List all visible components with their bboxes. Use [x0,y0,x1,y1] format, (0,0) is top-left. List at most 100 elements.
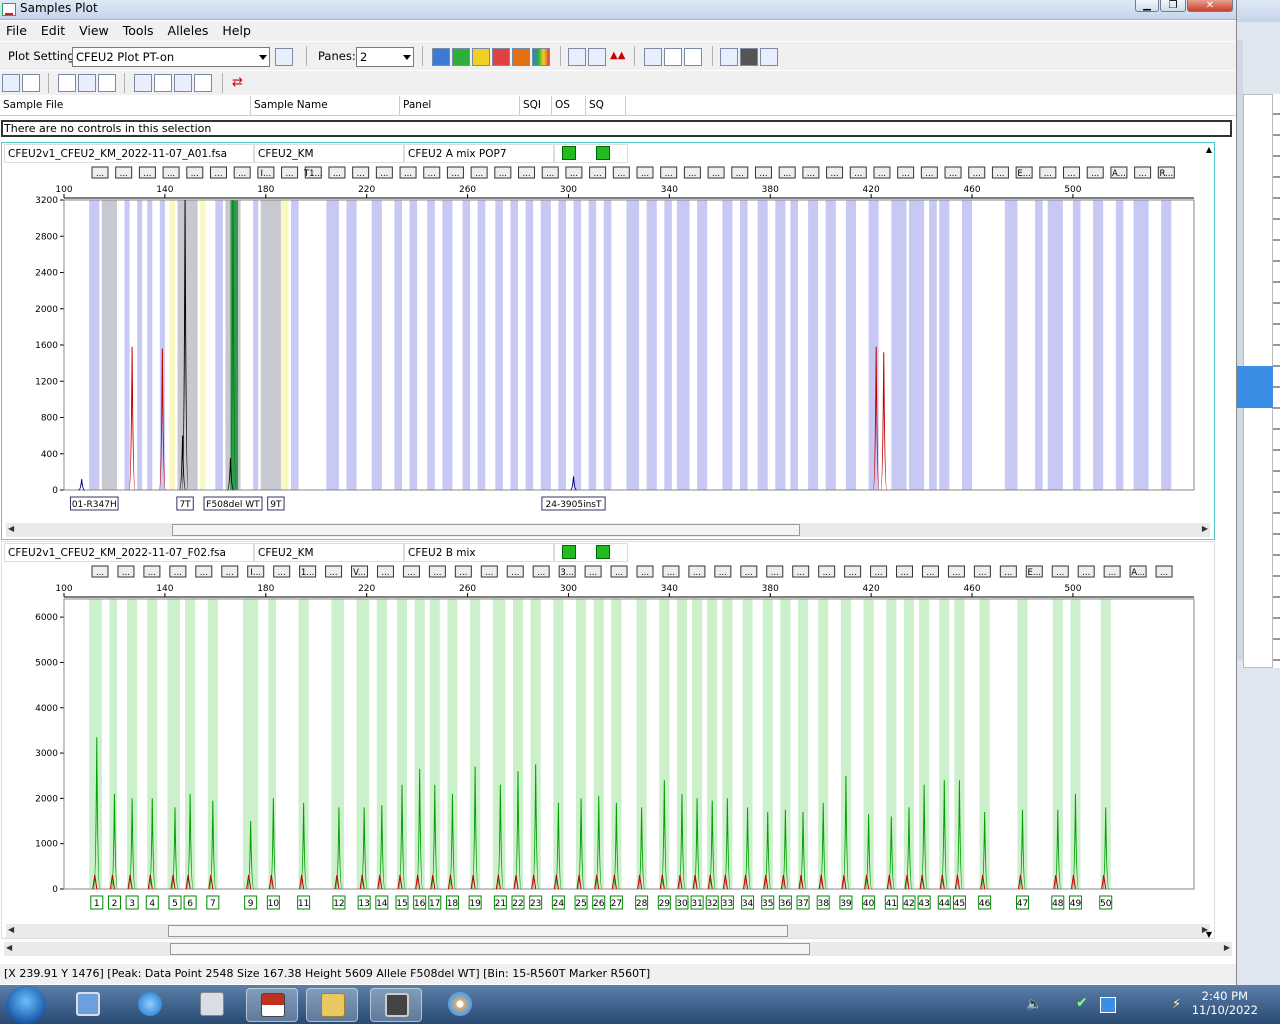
overlay-peaks-icon[interactable] [588,48,606,66]
x-tick-label: 380 [762,185,779,195]
peak-number: 29 [659,899,671,909]
bin [903,599,915,889]
y-tick-label: 3200 [35,196,58,206]
delete-peak-icon[interactable] [194,74,212,92]
menu-file[interactable]: File [2,21,31,40]
peaks-icon[interactable] [58,74,76,92]
bin-label-text: ... [433,568,441,578]
bin [396,599,408,889]
zoom-marker-icon[interactable] [22,74,40,92]
start-button[interactable] [6,986,46,1024]
orange-dye-icon[interactable] [512,48,530,66]
column-sample-file[interactable]: Sample File [0,96,251,116]
clock[interactable]: 2:40 PM 11/10/2022 [1192,989,1258,1017]
swap-icon[interactable]: ⇄ [232,75,243,90]
column-sample-name[interactable]: Sample Name [251,96,400,116]
peak-number: 7 [210,899,216,909]
grid-view-icon[interactable] [568,48,586,66]
bin-label-text: ... [200,568,208,578]
pane-1-scroll-up[interactable]: ▲ [1206,145,1212,154]
bins-overlay-icon[interactable] [154,74,172,92]
volume-icon[interactable]: 🔈 [1026,997,1042,1012]
taskbar-paint[interactable] [434,988,486,1022]
allele-call: 01-R347H [72,500,117,510]
y-tick-label: 2000 [35,305,58,315]
peaks-all-icon[interactable] [98,74,116,92]
power-icon[interactable]: ⚡ [1172,997,1181,1012]
plot-setting-select[interactable]: CFEU2 Plot PT-on [72,47,270,67]
label-peaks-icon[interactable]: ▲▲ [610,50,625,61]
bin [371,200,382,490]
y-tick-label: 400 [41,450,58,460]
all-dyes-icon[interactable] [532,48,550,66]
bin-label-text: ... [807,169,815,179]
bin [1017,599,1028,889]
menu-bar: File Edit View Tools Alleles Help [0,21,1236,41]
bin [207,599,218,889]
bin [919,599,930,889]
taskbar-explorer[interactable] [306,988,358,1022]
add-peak-icon[interactable] [174,74,192,92]
bin-label-text: ... [589,568,597,578]
menu-alleles[interactable]: Alleles [164,21,213,40]
menu-help[interactable]: Help [218,21,255,40]
report-table-icon[interactable] [760,48,778,66]
peak-number: 43 [918,899,929,909]
multi-peak-icon[interactable] [684,48,702,66]
red-dye-icon[interactable] [492,48,510,66]
yellow-dye-icon[interactable] [472,48,490,66]
menu-edit[interactable]: Edit [37,21,69,40]
taskbar: 🔈 ✔ ⚡ 2:40 PM 11/10/2022 [0,985,1280,1024]
genotype-table-icon[interactable] [740,48,758,66]
allele-calls: 01-R347H 7T F508del WT 9T 24-3905insT [69,496,606,511]
green-dye-icon[interactable] [452,48,470,66]
peak-number: 3 [129,899,135,909]
peak-number: 41 [886,899,897,909]
pane-2-scrollbar[interactable]: ◀ ▶ [6,924,1210,938]
pane-2-scroll-down[interactable]: ▼ [1206,930,1212,939]
peak-number: 16 [414,899,426,909]
bin-label-text: ... [902,169,910,179]
sizing-table-icon[interactable] [720,48,738,66]
bin [1072,200,1081,490]
bin-label-text: ... [759,169,767,179]
taskbar-app[interactable] [370,988,422,1022]
bins-icon[interactable] [134,74,152,92]
blue-dye-icon[interactable] [432,48,450,66]
maximize-button[interactable]: ❐ [1160,0,1186,12]
pane-1-scrollbar[interactable]: ◀ ▶ [6,523,1210,537]
column-sq[interactable]: SQ [586,96,626,116]
peak-number: 38 [817,899,829,909]
pane-1-status-icon [562,146,576,160]
bin [109,599,117,889]
taskbar-genemapper[interactable] [246,988,298,1022]
menu-tools[interactable]: Tools [119,21,158,40]
x-tick-label: 180 [257,185,274,195]
align-panes-icon[interactable] [644,48,662,66]
peak-overlay-icon[interactable] [664,48,682,66]
zoom-full-icon[interactable] [2,74,20,92]
column-os[interactable]: OS [552,96,586,116]
network-icon[interactable] [1100,997,1116,1013]
menu-view[interactable]: View [75,21,113,40]
x-axis: 100 140 180 220 260 300 340 380 420 460 500 [55,185,1194,199]
close-button[interactable]: ✕ [1187,0,1233,12]
minimize-button[interactable]: ▁ [1135,0,1159,12]
peaks-bins-icon[interactable] [78,74,96,92]
taskbar-internet-explorer[interactable] [124,988,176,1022]
column-sqi[interactable]: SQI [520,96,552,116]
bin-label-text: ... [823,568,831,578]
taskbar-desktop[interactable] [62,988,114,1022]
security-icon[interactable]: ✔ [1076,995,1088,1011]
main-scrollbar[interactable]: ◀ ▶ [4,942,1232,956]
taskbar-calculator[interactable] [186,988,238,1022]
y-tick-label: 800 [41,414,58,424]
panes-select[interactable]: 2 [356,47,414,67]
pane-2-chart[interactable]: .................. I...... 1...... V.......… [2,562,1206,932]
column-panel[interactable]: Panel [400,96,520,116]
bin [775,200,786,490]
plot-settings-editor-icon[interactable] [275,48,293,66]
bin-label-text: ... [546,169,554,179]
y-tick-label: 2800 [35,232,58,242]
pane-1-chart[interactable]: ..................... I...... T1..........… [2,163,1206,533]
